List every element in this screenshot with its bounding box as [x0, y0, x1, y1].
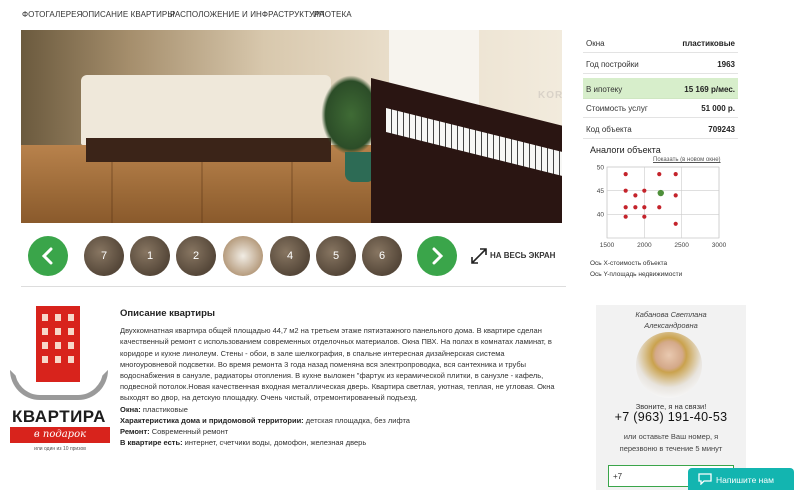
chart-point: [642, 205, 647, 210]
description-section: Описание квартиры Двухкомнатная квартира…: [120, 308, 560, 448]
x-axis-note: Ось X-стоимость объекта: [590, 260, 668, 267]
gallery-thumb[interactable]: 5: [316, 236, 356, 276]
gallery-thumb-active[interactable]: [223, 236, 263, 276]
chat-button[interactable]: Напишите нам: [688, 468, 794, 490]
next-photo-button[interactable]: [417, 236, 457, 276]
chart-point: [657, 172, 662, 177]
fact-renovation: Ремонт: Современный ремонт: [120, 427, 229, 437]
chart-point: [673, 193, 678, 198]
gallery-thumb[interactable]: 4: [270, 236, 310, 276]
fact-windows: Окна: пластиковые: [120, 404, 188, 414]
chevron-left-icon: [41, 247, 53, 265]
param-row: Код объекта 709243: [583, 118, 738, 139]
chart-y-tick-label: 45: [597, 188, 605, 195]
y-axis-note: Ось Y-площадь недвижимости: [590, 271, 683, 278]
chat-bubble-icon: [698, 473, 712, 485]
description-title: Описание квартиры: [120, 308, 215, 319]
section-divider: [21, 286, 566, 287]
photo-bed: [81, 75, 331, 145]
nav-item-description[interactable]: Описание квартиры: [82, 10, 175, 19]
param-row: Окна пластиковые: [583, 32, 738, 53]
gallery-thumb[interactable]: 7: [84, 236, 124, 276]
photo-brand: KORG: [538, 90, 562, 101]
param-row-mortgage[interactable]: В ипотеку 15 169 р/мес.: [583, 78, 738, 99]
chart-y-tick-label: 50: [597, 164, 605, 171]
chart-point-current: [657, 189, 664, 197]
fact-house: Характеристика дома и придомовой террито…: [120, 415, 410, 425]
gallery-thumb[interactable]: 1: [130, 236, 170, 276]
chart-x-tick-label: 1500: [600, 242, 615, 249]
main-photo[interactable]: KORG: [21, 30, 562, 223]
gallery-thumb[interactable]: 2: [176, 236, 216, 276]
param-row: Год постройки 1963: [583, 53, 738, 74]
promo-note: или один из 10 призов: [34, 446, 86, 452]
chart-point: [673, 172, 678, 177]
top-nav: Фотогалерея Описание квартиры Расположен…: [0, 0, 800, 30]
chart-point: [633, 205, 638, 210]
promo-swoosh: [10, 370, 108, 400]
nav-item-location[interactable]: Расположение и инфраструктура: [170, 10, 325, 19]
gallery-thumb[interactable]: 6: [362, 236, 402, 276]
expand-icon: [471, 248, 487, 264]
fact-amenities: В квартире есть: интернет, счетчики воды…: [120, 438, 367, 448]
chart-point: [633, 193, 638, 198]
chart-point: [623, 205, 628, 210]
chart-x-tick-label: 2500: [674, 242, 689, 249]
chart-y-tick-label: 40: [597, 212, 605, 219]
chart-x-tick-label: 3000: [712, 242, 727, 249]
chart-plot-area: [606, 166, 720, 239]
chevron-right-icon: [432, 247, 444, 265]
chart-point: [623, 214, 628, 219]
prev-photo-button[interactable]: [28, 236, 68, 276]
chart-x-tick-label: 2000: [637, 242, 652, 249]
chart-point: [657, 205, 662, 210]
analogs-chart: 1500 2000 2500 3000 40 45 50: [597, 164, 727, 249]
agent-card: Кабанова Светлана Александровна Звоните,…: [596, 305, 746, 490]
promo-subtitle: в подарок: [10, 427, 110, 443]
promo-title: КВАРТИРА: [12, 407, 106, 426]
nav-item-photogallery[interactable]: Фотогалерея: [22, 10, 83, 19]
agent-callback-text: или оставьте Ваш номер, я перезвоню в те…: [619, 432, 723, 453]
chart-point: [642, 188, 647, 193]
param-row: Стоимость услуг 51 000 р.: [583, 97, 738, 118]
nav-item-mortgage[interactable]: Ипотека: [313, 10, 352, 19]
agent-phone[interactable]: +7 (963) 191-40-53: [596, 410, 746, 424]
chart-point: [623, 172, 628, 177]
analogs-title: Аналоги объекта: [590, 145, 661, 155]
photo-bed-frame: [86, 138, 331, 162]
chart-point: [673, 221, 678, 226]
chart-point: [623, 188, 628, 193]
description-text: Двухкомнатная квартира общей площадью 44…: [120, 326, 555, 403]
agent-name: Кабанова Светлана Александровна: [635, 310, 707, 330]
promo-badge[interactable]: КВАРТИРА в подарок или один из 10 призов: [10, 306, 110, 456]
avatar: [636, 332, 702, 398]
chart-point: [642, 214, 647, 219]
